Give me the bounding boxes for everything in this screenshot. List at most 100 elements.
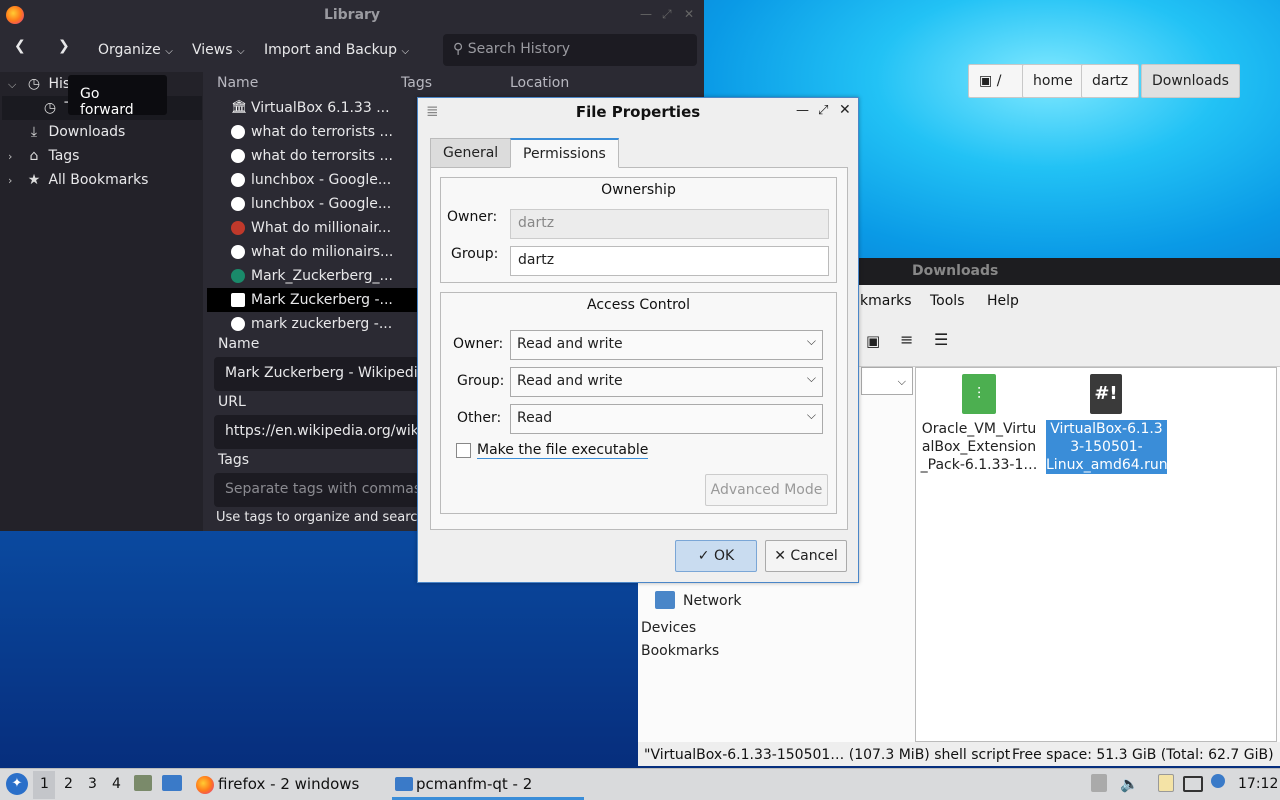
group-field[interactable]: dartz [510, 246, 829, 276]
chevron-down-icon: ⌵ [897, 375, 906, 388]
advanced-mode-button[interactable]: Advanced Mode [705, 474, 828, 506]
start-menu-icon[interactable]: ✦ [6, 773, 28, 795]
dialog-titlebar[interactable]: File Properties [418, 98, 858, 126]
search-icon: ⚲ [453, 41, 464, 57]
organize-menu[interactable]: Organize ⌵ [98, 42, 173, 58]
google-icon [231, 317, 245, 331]
clock[interactable]: 17:12 [1238, 776, 1278, 792]
site-icon [231, 269, 245, 283]
maximize-icon[interactable]: ⤢ [818, 103, 828, 118]
firefox-icon [196, 776, 214, 794]
minimize-icon[interactable]: — [640, 7, 652, 21]
import-backup-label: Import and Backup [264, 42, 398, 58]
desktop-3[interactable]: 3 [88, 776, 97, 792]
file-item-virtualbox-run[interactable]: VirtualBox-6.1.3 3-150501-Linux_amd64.ru… [1046, 420, 1168, 474]
thumbnail-view-icon[interactable]: ▣ [866, 332, 880, 350]
access-owner-select[interactable]: Read and write ⌵ [510, 330, 823, 360]
import-backup-menu[interactable]: Import and Backup ⌵ [264, 42, 409, 58]
access-other-select[interactable]: Read ⌵ [510, 404, 823, 434]
access-control-title: Access Control [587, 297, 690, 313]
notification-icon[interactable] [1211, 774, 1225, 788]
task-label: pcmanfm-qt - 2 windo… [416, 775, 533, 793]
menu-bookmarks[interactable]: kmarks [860, 293, 911, 309]
table-row-selected[interactable]: Mark Zuckerberg -... [207, 288, 417, 312]
compact-view-icon[interactable]: ≡ [900, 330, 913, 349]
path-root-button[interactable]: ▣ / [968, 64, 1026, 98]
column-location[interactable]: Location [510, 75, 569, 91]
sidebar-label: Tags [48, 148, 80, 164]
table-row[interactable]: what do milionairs... [207, 240, 417, 264]
chevron-down-icon: ⌵ [806, 371, 816, 385]
search-history-input[interactable]: ⚲ Search History [443, 34, 697, 66]
close-icon[interactable]: ✕ [839, 102, 851, 118]
side-item-network[interactable]: Network [683, 593, 741, 609]
executable-checkbox[interactable] [456, 443, 471, 458]
table-row[interactable]: mark zuckerberg -... [207, 312, 417, 332]
path-dartz-button[interactable]: dartz [1081, 64, 1140, 98]
clipboard-icon[interactable] [1158, 774, 1174, 792]
close-icon[interactable]: ✕ [684, 7, 694, 21]
task-firefox[interactable]: firefox - 2 windows [194, 770, 359, 800]
path-home-button[interactable]: home [1022, 64, 1084, 98]
table-row[interactable]: What do millionair... [207, 216, 417, 240]
chevron-left-icon: ❮ [14, 38, 26, 54]
ok-button[interactable]: ✓ OK [675, 540, 757, 572]
sidebar-item-today[interactable]: ◷ T [24, 97, 73, 119]
table-row[interactable]: what do terrorsits ... [207, 144, 417, 168]
executable-label[interactable]: Make the file executable [477, 442, 649, 459]
path-downloads-button[interactable]: Downloads [1141, 64, 1240, 98]
access-group-select[interactable]: Read and write ⌵ [510, 367, 823, 397]
menu-icon[interactable]: ≣ [426, 102, 439, 120]
detail-view-icon[interactable]: ☰ [934, 330, 948, 349]
name-field[interactable]: Mark Zuckerberg - Wikipedia [214, 357, 419, 391]
sidebar-item-tags[interactable]: › ⌂ Tags [8, 145, 79, 167]
column-tags[interactable]: Tags [401, 75, 432, 91]
downloads-title: Downloads [912, 263, 999, 279]
group-label: Group: [451, 246, 499, 262]
file-manager-icon[interactable] [134, 775, 152, 791]
access-group-label: Group: [457, 373, 505, 389]
side-heading-devices[interactable]: Devices [641, 620, 696, 636]
tray-updates-icon[interactable] [1091, 774, 1107, 792]
url-label: URL [218, 394, 246, 410]
cancel-button[interactable]: ✕ Cancel [765, 540, 847, 572]
table-row[interactable]: lunchbox - Google... [207, 192, 417, 216]
library-titlebar[interactable]: Library [0, 0, 704, 30]
row-title: what do milionairs... [251, 244, 394, 260]
network-tray-icon[interactable] [1183, 776, 1203, 792]
sidebar-item-all-bookmarks[interactable]: › ★ All Bookmarks [8, 169, 148, 191]
menu-help[interactable]: Help [987, 293, 1019, 309]
show-desktop-icon[interactable] [162, 775, 182, 791]
tags-field[interactable]: Separate tags with commas [214, 473, 419, 507]
sidebar-item-downloads[interactable]: ⤓ Downloads [8, 121, 125, 143]
sidebar-item-history[interactable]: ⌵ ◷ His [8, 73, 70, 95]
side-heading-bookmarks[interactable]: Bookmarks [641, 643, 719, 659]
table-row[interactable]: Mark_Zuckerberg_... [207, 264, 417, 288]
url-field[interactable]: https://en.wikipedia.org/wiki/ [214, 415, 419, 449]
minimize-icon[interactable]: — [796, 103, 809, 118]
table-row[interactable]: what do terrorists ... [207, 120, 417, 144]
menu-tools[interactable]: Tools [930, 293, 965, 309]
column-name[interactable]: Name [217, 75, 258, 91]
desktop-2[interactable]: 2 [64, 776, 73, 792]
side-pane-combo[interactable]: ⌵ [861, 367, 913, 395]
access-owner-label: Owner: [453, 336, 504, 352]
file-item-extension-pack[interactable]: Oracle_VM_Virtu alBox_Extension _Pack-6.… [918, 420, 1040, 474]
desktop-1[interactable]: 1 [40, 776, 49, 792]
ok-label: OK [713, 548, 735, 564]
views-menu[interactable]: Views ⌵ [192, 42, 245, 58]
volume-icon[interactable]: 🔈 [1120, 775, 1139, 793]
table-row[interactable]: lunchbox - Google... [207, 168, 417, 192]
tab-permissions[interactable]: Permissions [510, 138, 619, 168]
network-icon [655, 591, 675, 609]
desktop-4[interactable]: 4 [112, 776, 121, 792]
taskbar [0, 768, 1280, 800]
sidebar-label: All Bookmarks [48, 172, 149, 188]
forward-button[interactable]: ❯ [58, 38, 70, 54]
task-pcmanfm[interactable]: pcmanfm-qt - 2 windo… [392, 770, 584, 800]
table-row[interactable]: 🏛 VirtualBox 6.1.33 ... [207, 96, 417, 120]
back-button[interactable]: ❮ [14, 38, 26, 54]
tab-general[interactable]: General [430, 138, 512, 168]
star-icon: ★ [27, 172, 41, 188]
maximize-icon[interactable]: ⤢ [662, 7, 672, 22]
